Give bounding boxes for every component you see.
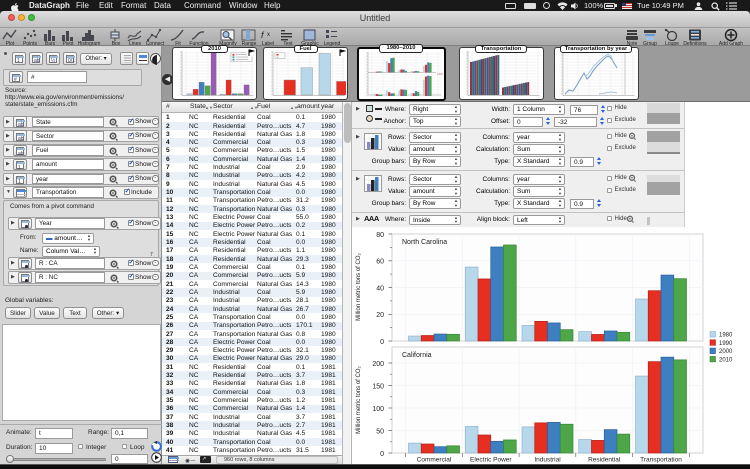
svg-text:North Carolina: North Carolina bbox=[402, 239, 447, 246]
svg-text:1980: 1980 bbox=[719, 333, 733, 339]
svg-text:200: 200 bbox=[372, 361, 384, 368]
svg-text:40: 40 bbox=[376, 285, 384, 292]
svg-text:Transportation: Transportation bbox=[640, 457, 682, 464]
svg-text:Electric Power: Electric Power bbox=[470, 457, 512, 464]
svg-text:1990: 1990 bbox=[719, 341, 733, 347]
svg-text:0: 0 bbox=[380, 339, 384, 346]
svg-text:Residential: Residential bbox=[588, 457, 621, 464]
svg-text:20: 20 bbox=[376, 312, 384, 319]
svg-text:Million metric tons of CO₂: Million metric tons of CO₂ bbox=[356, 365, 362, 433]
svg-text:1980: 1980 bbox=[437, 72, 443, 76]
svg-text:Million metric tons of CO₂: Million metric tons of CO₂ bbox=[356, 252, 362, 320]
svg-text:0: 0 bbox=[380, 451, 384, 458]
svg-text:California: California bbox=[402, 352, 432, 359]
svg-text:Industrial: Industrial bbox=[534, 457, 561, 464]
svg-text:x: x bbox=[267, 32, 270, 38]
svg-text:50: 50 bbox=[376, 428, 384, 435]
svg-text:150: 150 bbox=[372, 383, 384, 390]
svg-text:f: f bbox=[261, 30, 265, 40]
svg-text:2000: 2000 bbox=[719, 349, 733, 355]
svg-text:Commercial: Commercial bbox=[417, 457, 452, 464]
svg-text:60: 60 bbox=[376, 259, 384, 266]
svg-text:100: 100 bbox=[372, 406, 384, 413]
svg-text:80: 80 bbox=[376, 232, 384, 239]
svg-text:2010: 2010 bbox=[719, 357, 733, 363]
